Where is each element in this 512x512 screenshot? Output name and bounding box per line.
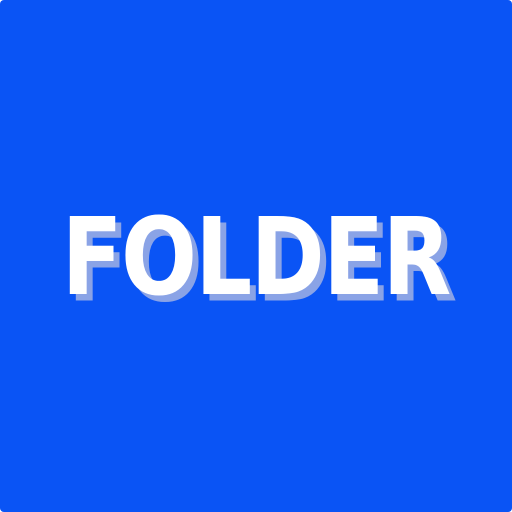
icon-label: FOLDER [61, 194, 452, 320]
folder-app-icon[interactable]: FOLDER [0, 0, 512, 512]
